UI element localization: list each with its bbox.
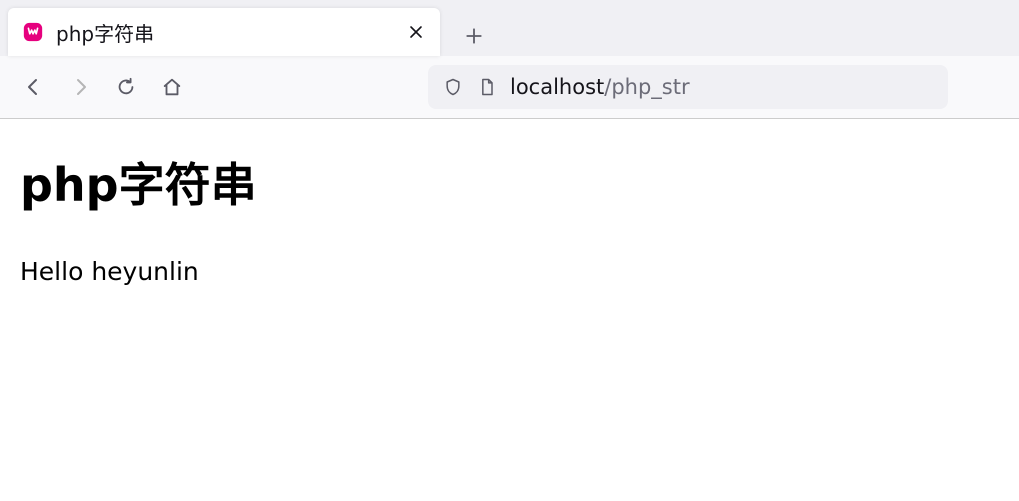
home-button[interactable] xyxy=(152,67,192,107)
reload-button[interactable] xyxy=(106,67,146,107)
close-tab-button[interactable] xyxy=(406,22,426,42)
new-tab-button[interactable] xyxy=(454,16,494,56)
wampserver-icon xyxy=(22,21,44,43)
tab-strip: php字符串 xyxy=(0,0,1019,56)
page-icon xyxy=(476,76,498,98)
address-bar[interactable]: localhost/php_str xyxy=(428,65,948,109)
url-text: localhost/php_str xyxy=(510,75,690,99)
navigation-toolbar: localhost/php_str xyxy=(0,56,1019,118)
page-content: php字符串 Hello heyunlin xyxy=(0,119,1019,316)
active-tab[interactable]: php字符串 xyxy=(8,8,440,56)
tab-title: php字符串 xyxy=(56,18,394,47)
url-path: /php_str xyxy=(604,75,689,99)
shield-icon xyxy=(442,76,464,98)
browser-chrome: php字符串 xyxy=(0,0,1019,119)
back-button[interactable] xyxy=(14,67,54,107)
page-heading: php字符串 xyxy=(20,149,999,215)
forward-button[interactable] xyxy=(60,67,100,107)
url-host: localhost xyxy=(510,75,604,99)
page-body-text: Hello heyunlin xyxy=(20,257,999,286)
